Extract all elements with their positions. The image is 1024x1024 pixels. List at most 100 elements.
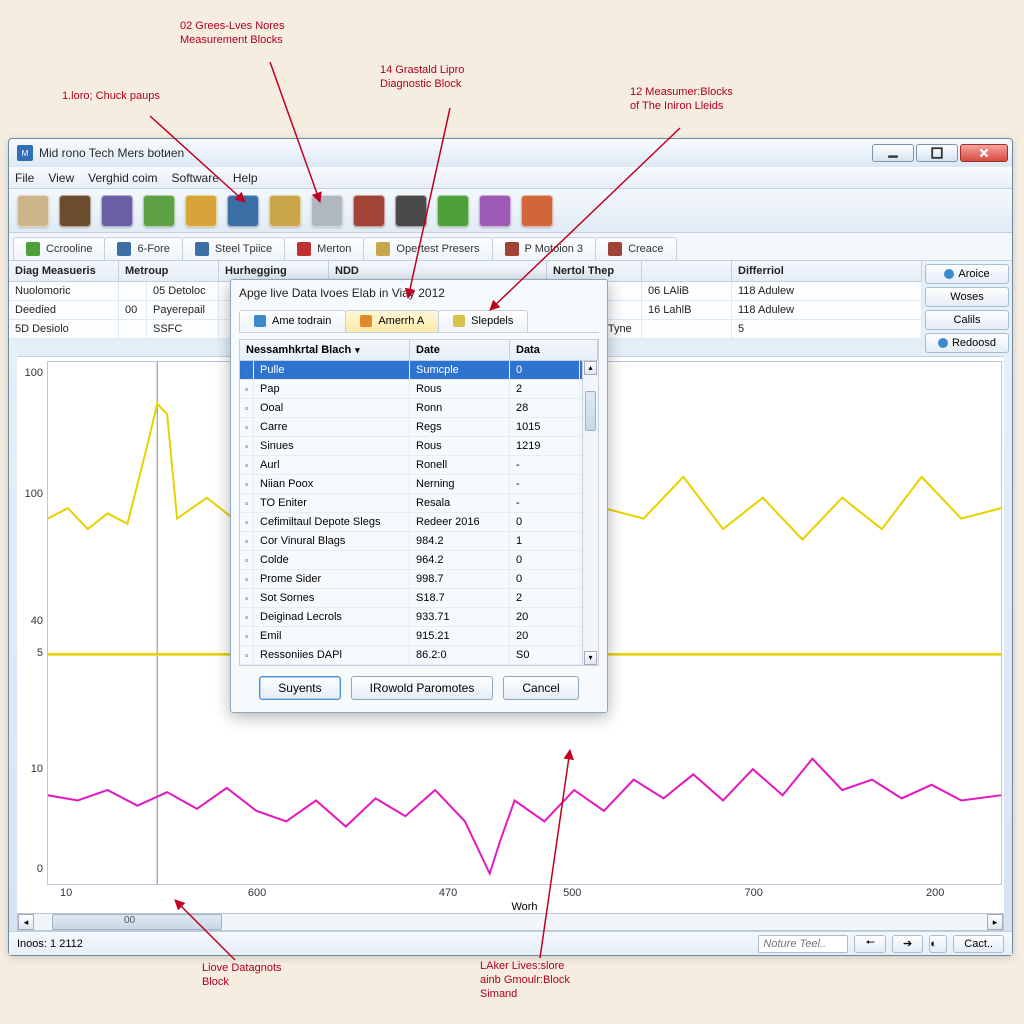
tab-5[interactable]: P Motoion 3 — [492, 237, 597, 260]
list-cell: Carre — [254, 418, 410, 436]
scroll-right-button[interactable]: ▸ — [987, 914, 1003, 930]
list-item[interactable]: ∘PapRous2 — [240, 380, 598, 399]
minimize-button[interactable] — [872, 144, 914, 162]
scroll-left-button[interactable]: ◂ — [18, 914, 34, 930]
puzzle-icon[interactable] — [479, 195, 511, 227]
status-help-button[interactable]: ◐ — [929, 935, 947, 953]
app-window: M Mid rono Tech Mers botиen File View Ve… — [8, 138, 1013, 956]
dialog-col-2[interactable]: Data — [510, 340, 598, 360]
list-item[interactable]: ∘TO EniterResala- — [240, 494, 598, 513]
maximize-button[interactable] — [916, 144, 958, 162]
dialog-tab-0[interactable]: Ame todrain — [239, 310, 346, 332]
vscroll-up-button[interactable]: ▴ — [584, 361, 597, 375]
back-icon[interactable] — [311, 195, 343, 227]
menu-software[interactable]: Software — [172, 171, 219, 185]
col-blank[interactable] — [642, 261, 732, 281]
y-tick: 10 — [31, 763, 43, 775]
side-panel: Aroice Woses Calils Redoosd — [922, 261, 1012, 356]
col-diag[interactable]: Diag Measueris — [9, 261, 119, 281]
dialog-tab-2[interactable]: Slepdels — [438, 310, 528, 332]
x-tick: 500 — [563, 887, 581, 899]
list-item[interactable]: ∘AurlRonell- — [240, 456, 598, 475]
list-item[interactable]: ∘PulleSumcple0 — [240, 361, 598, 380]
list-item[interactable]: ∘Cefimiltaul Depote SlegsRedeer 20160 — [240, 513, 598, 532]
status-left: Inoos: 1 2112 — [17, 938, 83, 950]
list-cell: S0 — [510, 646, 580, 664]
vscroll-down-button[interactable]: ▾ — [584, 651, 597, 665]
list-cell: Cor Vinural Blags — [254, 532, 410, 550]
dialog-suyents-button[interactable]: Suyents — [259, 676, 340, 700]
tab-2[interactable]: Steel Tpiice — [182, 237, 285, 260]
dialog-col-0[interactable]: Nessamhkrtal Blach ▾ — [240, 340, 410, 360]
list-item[interactable]: ∘Ressoniies DAPl86.2:0S0 — [240, 646, 598, 665]
bag-icon[interactable] — [395, 195, 427, 227]
row-icon: ∘ — [240, 646, 254, 664]
globe-green-icon[interactable] — [437, 195, 469, 227]
dialog-buttons: Suyents IRowold Paromotes Cancel — [231, 666, 607, 712]
pencil-icon[interactable] — [269, 195, 301, 227]
clipboard-icon[interactable] — [17, 195, 49, 227]
side-aroice-button[interactable]: Aroice — [925, 264, 1009, 284]
list-item[interactable]: ∘Niian PooxNerning- — [240, 475, 598, 494]
side-redoosd-button[interactable]: Redoosd — [925, 333, 1009, 353]
dialog-rowold-button[interactable]: IRowold Paromotes — [351, 676, 494, 700]
list-item[interactable]: ∘Deiginad Lecrols933.7120 — [240, 608, 598, 627]
status-cact-button[interactable]: Cact.. — [953, 935, 1004, 953]
list-cell: Deiginad Lecrols — [254, 608, 410, 626]
menu-view[interactable]: View — [48, 171, 74, 185]
tab-0[interactable]: Ccrooline — [13, 237, 105, 260]
vscroll-thumb[interactable] — [585, 391, 596, 431]
close-button[interactable] — [960, 144, 1008, 162]
scroll-track[interactable]: 00 — [34, 914, 987, 930]
menu-help[interactable]: Help — [233, 171, 258, 185]
wand-icon — [254, 315, 266, 327]
tab-6[interactable]: Creace — [595, 237, 676, 260]
globe-purple-icon[interactable] — [101, 195, 133, 227]
list-item[interactable]: ∘Cor Vinural Blags984.21 — [240, 532, 598, 551]
monitor-icon[interactable] — [227, 195, 259, 227]
menu-file[interactable]: File — [15, 171, 34, 185]
row-icon: ∘ — [240, 418, 254, 436]
list-item[interactable]: ∘SinuesRous1219 — [240, 437, 598, 456]
list-item[interactable]: ∘Sot SornesS18.72 — [240, 589, 598, 608]
annotation-2: 02 Grees-Lves Nores Measurement Blocks — [180, 20, 285, 48]
list-item[interactable]: ∘Emil915.2120 — [240, 627, 598, 646]
app-icon: M — [17, 145, 33, 161]
dialog-col-1[interactable]: Date — [410, 340, 510, 360]
titlebar[interactable]: M Mid rono Tech Mers botиen — [9, 139, 1012, 167]
col-metroup[interactable]: Metroup — [119, 261, 219, 281]
list-item[interactable]: ∘CarreRegs1015 — [240, 418, 598, 437]
list-cell: Ronn — [410, 399, 510, 417]
side-calils-button[interactable]: Calils — [925, 310, 1009, 330]
list-item[interactable]: ∘Prome Sider998.70 — [240, 570, 598, 589]
gear-red-icon[interactable] — [353, 195, 385, 227]
list-item[interactable]: ∘OoalRonn28 — [240, 399, 598, 418]
dialog-tab-1[interactable]: Amerrh A — [345, 310, 439, 332]
h-scrollbar[interactable]: ◂ 00 ▸ — [17, 913, 1004, 931]
status-back-button[interactable]: 🠔 — [854, 935, 886, 953]
tab-1[interactable]: 6-Fore — [104, 237, 182, 260]
side-woses-button[interactable]: Woses — [925, 287, 1009, 307]
status-search-input[interactable] — [758, 935, 848, 953]
col-differriol[interactable]: Differriol — [732, 261, 922, 281]
list-cell: Cefimiltaul Depote Slegs — [254, 513, 410, 531]
dialog-cancel-button[interactable]: Cancel — [503, 676, 578, 700]
status-fwd-button[interactable]: ➔ — [892, 935, 923, 953]
x-axis: 10 600 470 500 700 200 Worh — [47, 885, 1002, 913]
swirl-icon[interactable] — [521, 195, 553, 227]
row-icon: ∘ — [240, 361, 254, 379]
film-icon[interactable] — [59, 195, 91, 227]
scroll-thumb[interactable] — [52, 914, 222, 930]
menu-verghid[interactable]: Verghid coim — [88, 171, 157, 185]
tab-4[interactable]: Opertest Presers — [363, 237, 492, 260]
target-green-icon[interactable] — [143, 195, 175, 227]
dialog-vscrollbar[interactable]: ▴ ▾ — [582, 361, 598, 665]
list-item[interactable]: ∘Colde964.20 — [240, 551, 598, 570]
list-cell: Niian Poox — [254, 475, 410, 493]
col-nertol[interactable]: Nertol Thep — [547, 261, 642, 281]
folder-icon[interactable] — [185, 195, 217, 227]
tab-3[interactable]: Merton — [284, 237, 364, 260]
col-hurhegging[interactable]: Hurhegging — [219, 261, 329, 281]
tab-label: 6-Fore — [137, 243, 169, 255]
col-ndd[interactable]: NDD — [329, 261, 547, 281]
